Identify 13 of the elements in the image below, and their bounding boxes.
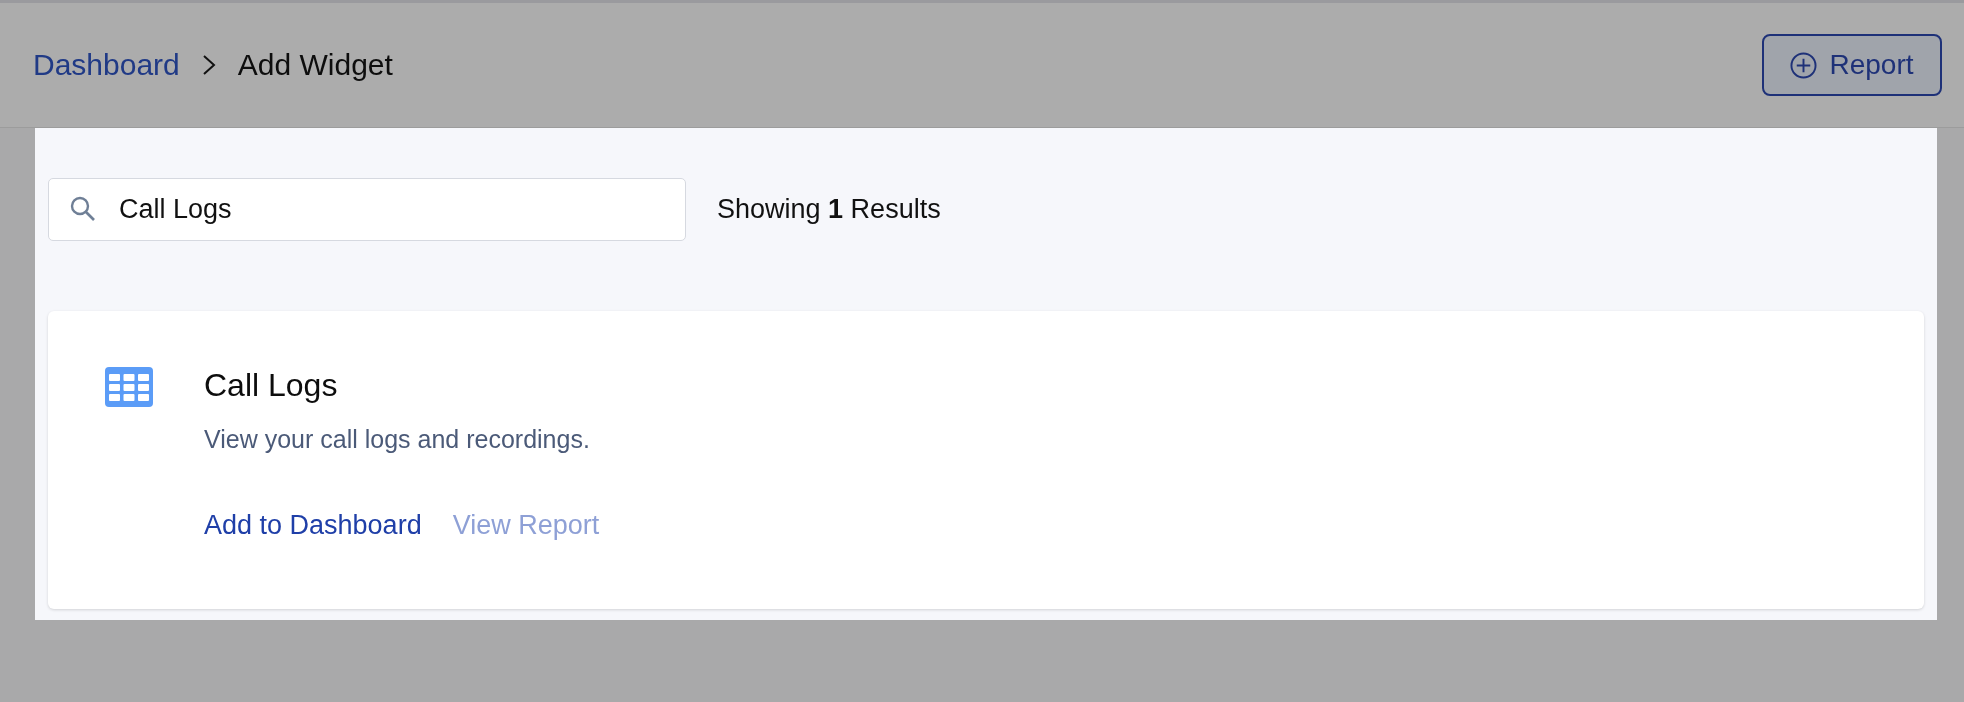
- action-link: View Report: [452, 510, 600, 541]
- widget-title: Call Logs: [204, 367, 339, 401]
- search-icon: [69, 195, 97, 223]
- page-title: Add Widget: [237, 48, 393, 82]
- breadcrumb-link[interactable]: Dashboard: [33, 48, 180, 82]
- chevron-right-icon: [201, 54, 216, 76]
- action-link[interactable]: Add to Dashboard: [204, 510, 422, 541]
- report-button[interactable]: Report: [1762, 34, 1942, 96]
- plus-circle-icon: [1790, 51, 1818, 79]
- widget-description: View your call logs and recordings.: [204, 425, 591, 454]
- table-icon: [105, 367, 153, 407]
- results-count: Showing 1 Results: [717, 194, 941, 225]
- search-field[interactable]: Call Logs: [48, 178, 686, 241]
